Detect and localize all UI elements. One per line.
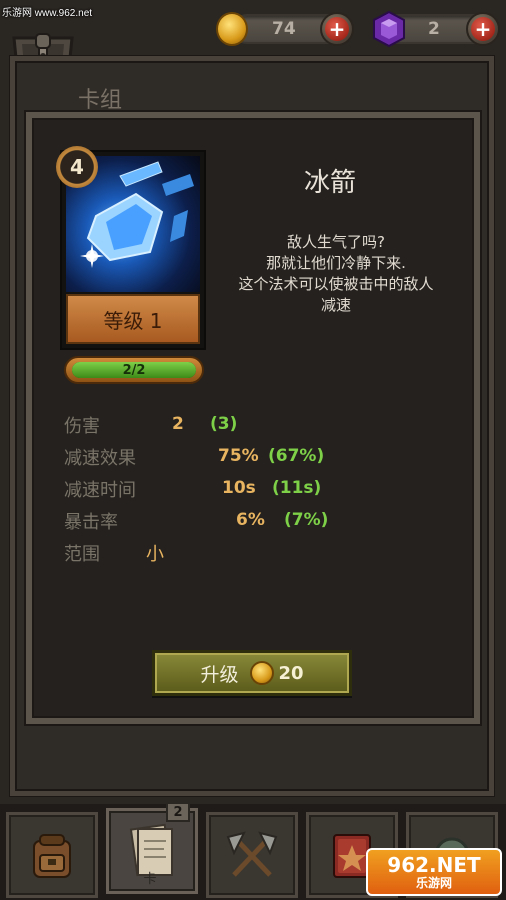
upgrade-button[interactable]: 升级 20	[152, 650, 352, 696]
gem-value: 2	[428, 19, 440, 39]
description-line: 这个法术可以使被击中的敌人	[238, 275, 434, 293]
stat-value-slow-effect: 75%	[218, 446, 259, 466]
progress-text: 2/2	[122, 362, 146, 378]
watermark-logo-text: 962.NET	[387, 853, 481, 877]
gold-coin-icon	[250, 661, 275, 685]
gold-coin-icon	[216, 12, 248, 46]
stat-value-crit-rate: 6%	[236, 510, 265, 530]
crossed-axes-icon	[226, 831, 278, 877]
description-line: 那就让他们冷静下来.	[266, 254, 406, 272]
add-gem-button[interactable]: +	[466, 12, 500, 46]
description-line: 减速	[320, 296, 351, 314]
card-level-label: 等级 1	[66, 294, 200, 344]
card-progress-bar: 2/2	[64, 356, 204, 384]
cards-count-badge: 2	[166, 802, 190, 822]
spell-name: 冰箭	[303, 168, 356, 198]
spell-description: 敌人生气了吗? 那就让他们冷静下来. 这个法术可以使被击中的敌人 减速	[208, 232, 464, 316]
watermark-text: 乐游网 www.962.net	[2, 8, 93, 19]
stat-next-slow-effect: (67%)	[268, 446, 325, 466]
watermark-logo-subtext: 乐游网	[415, 876, 452, 890]
stat-label-crit-rate: 暴击率	[64, 512, 118, 533]
card-cost-badge: 4	[56, 146, 98, 188]
tab-battle[interactable]	[206, 812, 298, 898]
description-line: 敌人生气了吗?	[287, 233, 385, 251]
upgrade-cost: 20	[278, 662, 304, 684]
stat-value-damage: 2	[172, 414, 184, 434]
stat-next-crit-rate: (7%)	[284, 510, 329, 530]
stat-label-slow-effect: 减速效果	[64, 448, 136, 469]
backpack-icon	[33, 834, 71, 878]
upgrade-label: 升级	[200, 663, 239, 686]
plus-icon: +	[325, 17, 349, 41]
stat-value-slow-duration: 10s	[222, 478, 256, 498]
stat-label-range: 范围	[64, 544, 100, 565]
tab-backpack[interactable]	[6, 812, 98, 898]
add-gold-button[interactable]: +	[320, 12, 354, 46]
tab-cards-label: 卡	[143, 872, 157, 887]
purple-gem-icon	[370, 10, 408, 48]
gold-value: 74	[272, 19, 296, 39]
stat-next-damage: (3)	[210, 414, 238, 434]
stat-next-slow-duration: (11s)	[272, 478, 322, 498]
watermark-logo: 962.NET 乐游网	[366, 848, 502, 896]
stat-label-damage: 伤害	[64, 416, 100, 437]
page-title: 卡组	[78, 88, 123, 113]
plus-icon: +	[471, 17, 495, 41]
stat-label-slow-duration: 减速时间	[64, 480, 136, 501]
stat-value-range: 小	[146, 544, 164, 565]
